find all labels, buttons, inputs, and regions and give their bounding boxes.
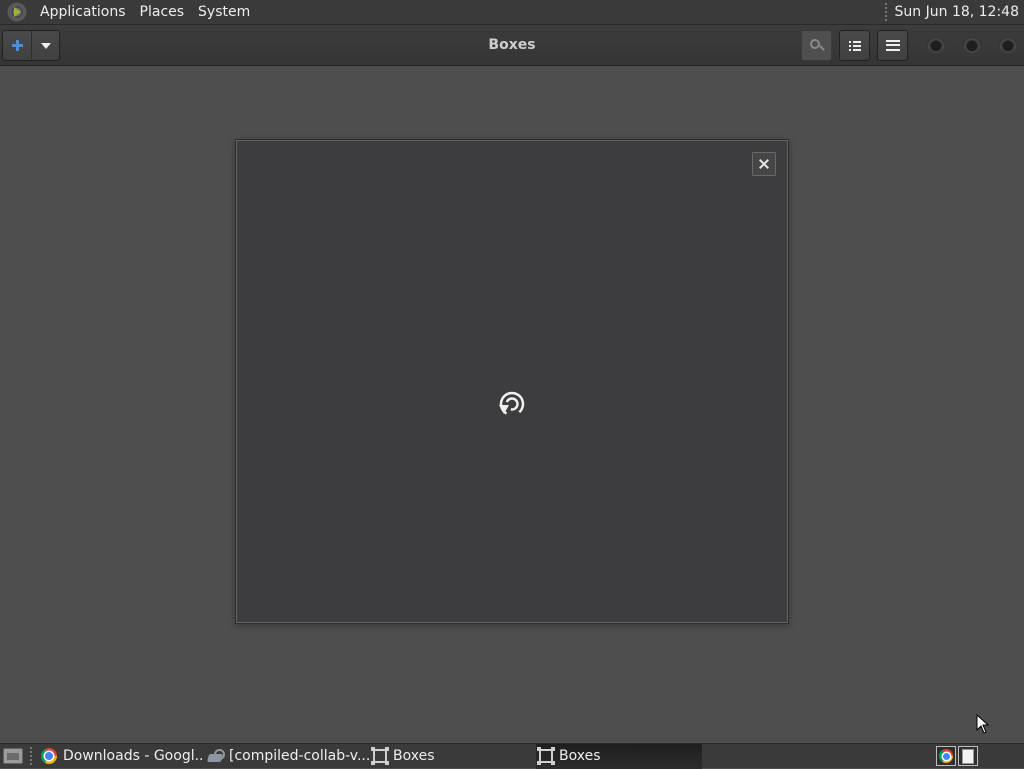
boxes-icon [537, 747, 555, 765]
minimize-window-button[interactable] [927, 37, 945, 53]
task-label: Downloads - Googl... [63, 748, 204, 764]
chrome-icon [41, 748, 57, 764]
panel-separator [884, 3, 887, 21]
box-dialog [236, 140, 788, 623]
new-box-button-group [2, 30, 60, 61]
mouse-pointer-icon [976, 714, 990, 734]
clock[interactable]: Sun Jun 18, 12:48 [895, 4, 1024, 20]
tray-page[interactable] [958, 746, 978, 766]
task-compiled-collab[interactable]: [compiled-collab-v... [204, 744, 370, 769]
window-title: Boxes [488, 37, 536, 53]
task-downloads-chrome[interactable]: Downloads - Googl... [38, 744, 204, 769]
new-box-button[interactable] [3, 31, 32, 60]
distro-logo-icon[interactable] [7, 2, 27, 22]
search-icon [809, 38, 824, 53]
tool-icon [207, 748, 225, 764]
list-icon [848, 40, 861, 51]
hamburger-menu-icon [885, 40, 900, 51]
menu-system[interactable]: System [191, 0, 257, 25]
boxes-icon [371, 747, 389, 765]
selection-mode-button[interactable] [839, 30, 870, 61]
menu-applications[interactable]: Applications [33, 0, 133, 25]
page-icon [962, 748, 974, 764]
new-box-menu-button[interactable] [32, 31, 59, 60]
task-boxes[interactable]: Boxes [370, 744, 536, 769]
maximize-window-button[interactable] [963, 37, 981, 53]
task-label: [compiled-collab-v... [229, 748, 370, 764]
close-window-button[interactable] [999, 37, 1017, 53]
chevron-down-icon [40, 42, 51, 49]
chrome-icon [939, 749, 953, 763]
loading-spinner-icon [499, 391, 525, 417]
headerbar: Boxes [0, 25, 1024, 66]
top-panel: Applications Places System Sun Jun 18, 1… [0, 0, 1024, 25]
show-desktop-icon[interactable] [3, 748, 23, 764]
menu-places[interactable]: Places [133, 0, 192, 25]
dialog-close-button[interactable] [752, 152, 776, 176]
tray-chrome[interactable] [936, 746, 956, 766]
task-boxes-active[interactable]: Boxes [536, 743, 702, 769]
search-button[interactable] [801, 30, 832, 61]
task-label: Boxes [393, 748, 435, 764]
plus-icon [11, 40, 23, 51]
main-menu-button[interactable] [877, 30, 908, 61]
close-icon [759, 159, 769, 169]
task-label: Boxes [559, 748, 601, 764]
bottom-panel: Downloads - Googl... [compiled-collab-v.… [0, 743, 1024, 769]
system-tray [936, 746, 978, 766]
taskbar-separator [30, 747, 32, 765]
